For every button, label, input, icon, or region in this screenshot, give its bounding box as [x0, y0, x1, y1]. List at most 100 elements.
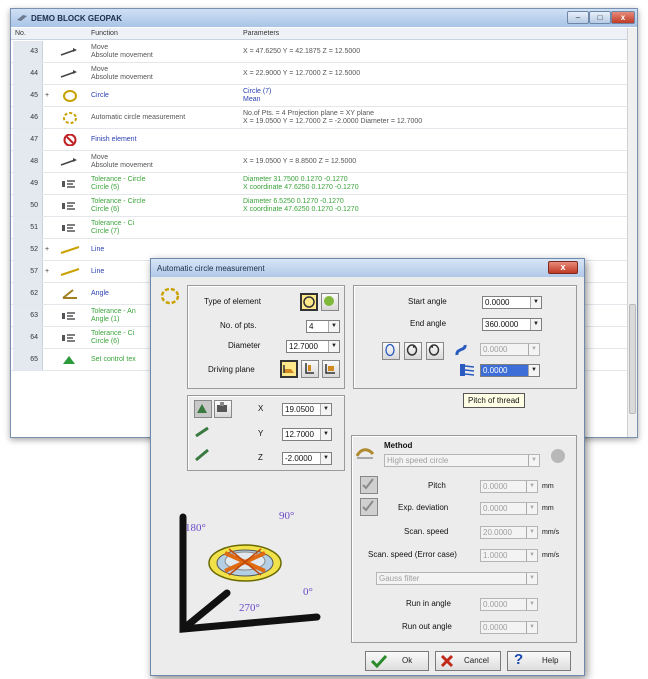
table-row[interactable]: 43 Move Absolute movement X = 47.6250 Y = 4…	[11, 41, 627, 63]
expand-toggle[interactable]: +	[45, 268, 49, 275]
disc-type-button[interactable]	[321, 293, 339, 311]
table-row[interactable]: 50 Tolerance - Circle Circle (6) Diameter 6…	[11, 195, 627, 217]
pitch-field[interactable]: 0.0000 ▼	[480, 480, 538, 493]
machine-position-button[interactable]	[214, 400, 232, 418]
auto-circle-icon	[63, 112, 77, 124]
angle-180-label: 180°	[185, 522, 206, 534]
close-button[interactable]: x	[611, 11, 635, 24]
run-out-angle-field[interactable]: 0.0000 ▼	[480, 621, 538, 634]
table-row[interactable]: 44 Move Absolute movement X = 22.9000 Y = 1…	[11, 63, 627, 85]
chevron-down-icon[interactable]: ▼	[526, 527, 537, 538]
scan-speed-value: 20.0000	[483, 528, 512, 537]
ok-button[interactable]: Ok	[365, 651, 429, 671]
cancel-button[interactable]: Cancel	[435, 651, 501, 671]
method-select[interactable]: High speed circle ▼	[384, 454, 540, 467]
coordinate-panel: X 19.0500 ▼ Y 12.7000 ▼ Z -2.0000 ▼	[187, 395, 345, 471]
column-header-no[interactable]: No.	[15, 30, 26, 37]
scan-speed-field[interactable]: 20.0000 ▼	[480, 526, 538, 539]
chevron-down-icon[interactable]: ▼	[526, 573, 537, 584]
row-number: 51	[13, 217, 43, 238]
move-icon	[60, 158, 77, 166]
parameter-line-2: X coordinate 47.6250 0.1270 -0.1270	[243, 206, 359, 213]
maximize-button[interactable]: □	[589, 11, 611, 24]
function-line-1: Tolerance - Circle	[91, 176, 146, 183]
angle-0-label: 0°	[303, 586, 313, 598]
x-value: 19.0500	[285, 405, 314, 414]
chevron-down-icon[interactable]: ▼	[328, 341, 339, 352]
scrollbar-thumb[interactable]	[629, 304, 636, 414]
plane-xy-button[interactable]	[280, 360, 298, 378]
pitch-of-thread-button[interactable]	[458, 362, 476, 380]
element-panel: Type of element No. of pts. 4 ▼ Diameter…	[187, 285, 345, 389]
help-button[interactable]: ? Help	[507, 651, 571, 671]
chevron-down-icon[interactable]: ▼	[528, 455, 539, 466]
method-settings-button[interactable]	[550, 448, 568, 466]
table-row[interactable]: 49 Tolerance - Circle Circle (5) Diameter 3…	[11, 173, 627, 195]
chevron-down-icon[interactable]: ▼	[320, 404, 331, 415]
z-field[interactable]: -2.0000 ▼	[282, 452, 332, 465]
diameter-field[interactable]: 12.7000 ▼	[286, 340, 340, 353]
no-of-pts-select[interactable]: 4 ▼	[306, 320, 340, 333]
chevron-down-icon[interactable]: ▼	[526, 622, 537, 633]
deviation-check-button[interactable]	[360, 498, 378, 516]
x-field[interactable]: 19.0500 ▼	[282, 403, 332, 416]
circle-mode-button[interactable]	[382, 342, 400, 360]
column-header-parameters[interactable]: Parameters	[243, 30, 279, 37]
function-line-2: Absolute movement	[91, 74, 153, 81]
filter-select[interactable]: Gauss filter ▼	[376, 572, 538, 585]
run-in-angle-field[interactable]: 0.0000 ▼	[480, 598, 538, 611]
measurement-diagram: 180° 90° 0° 270°	[179, 510, 321, 633]
axis-y-icon	[195, 448, 209, 462]
minimize-button[interactable]: –	[567, 11, 589, 24]
helix-button[interactable]	[454, 342, 472, 360]
chevron-down-icon[interactable]: ▼	[530, 297, 541, 308]
axis-y-icon-wrap	[194, 448, 212, 466]
plane-yz-button[interactable]	[301, 360, 319, 378]
column-header-function[interactable]: Function	[91, 30, 118, 37]
parameter-line-2: X coordinate 47.6250 0.1270 -0.1270	[243, 184, 359, 191]
vertical-scrollbar[interactable]	[627, 28, 637, 437]
table-row[interactable]: 51 Tolerance - Ci Circle (7)	[11, 217, 627, 239]
chevron-down-icon[interactable]: ▼	[320, 429, 331, 440]
row-number: 44	[13, 63, 43, 84]
dialog-close-button[interactable]: x	[548, 261, 578, 274]
chevron-down-icon[interactable]: ▼	[526, 481, 537, 492]
scan-speed-error-field[interactable]: 1.0000 ▼	[480, 549, 538, 562]
cw-mode-button[interactable]	[404, 342, 422, 360]
pitch-check-button[interactable]	[360, 476, 378, 494]
end-angle-field[interactable]: 360.0000 ▼	[482, 318, 542, 331]
chevron-down-icon[interactable]: ▼	[528, 365, 539, 376]
ccw-mode-button[interactable]	[426, 342, 444, 360]
exp-deviation-field[interactable]: 0.0000 ▼	[480, 502, 538, 515]
exp-deviation-label: Exp. deviation	[398, 503, 449, 512]
table-row[interactable]: 47 Finish element	[11, 129, 627, 151]
row-number: 43	[13, 41, 43, 62]
expand-toggle[interactable]: +	[45, 92, 49, 99]
angle-extra-field[interactable]: 0.0000 ▼	[480, 343, 540, 356]
plane-zx-button[interactable]	[322, 360, 340, 378]
scan-speed-error-value: 1.0000	[483, 551, 508, 560]
chevron-down-icon[interactable]: ▼	[320, 453, 331, 464]
chevron-down-icon[interactable]: ▼	[328, 321, 339, 332]
chevron-down-icon[interactable]: ▼	[526, 550, 537, 561]
y-field[interactable]: 12.7000 ▼	[282, 428, 332, 441]
plane-yz-icon	[305, 363, 314, 374]
start-angle-field[interactable]: 0.0000 ▼	[482, 296, 542, 309]
pitch-of-thread-field[interactable]: 0.0000 ▼	[480, 364, 540, 377]
cancel-label: Cancel	[464, 656, 489, 665]
ok-label: Ok	[402, 656, 413, 665]
expand-toggle[interactable]: +	[45, 246, 49, 253]
row-number: 48	[13, 151, 43, 172]
table-row[interactable]: 45 + Circle Circle (7) Mean	[11, 85, 627, 107]
chevron-down-icon[interactable]: ▼	[530, 319, 541, 330]
table-row[interactable]: 48 Move Absolute movement X = 19.0500 Y = 8…	[11, 151, 627, 173]
probe-position-button[interactable]	[194, 400, 212, 418]
chevron-down-icon[interactable]: ▼	[526, 503, 537, 514]
tolerance-icon	[62, 312, 75, 320]
chevron-down-icon[interactable]: ▼	[528, 344, 539, 355]
tolerance-icon	[62, 224, 75, 232]
chevron-down-icon[interactable]: ▼	[526, 599, 537, 610]
table-row[interactable]: 46 Automatic circle measurement No.of Pts.…	[11, 107, 627, 129]
circle-type-button[interactable]	[300, 293, 318, 311]
parameter-line-1: X = 19.0500 Y = 8.8500 Z = 12.5000	[243, 158, 357, 165]
